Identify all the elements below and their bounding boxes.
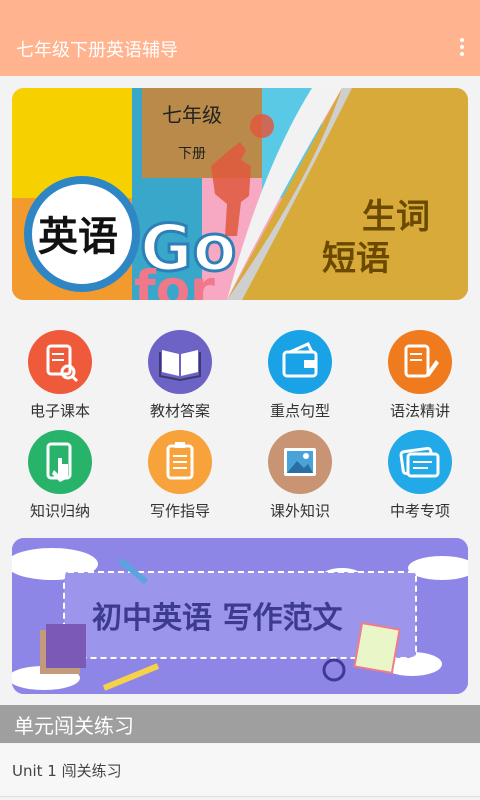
document-edit-icon bbox=[388, 330, 452, 394]
grid-item-writing[interactable]: 写作指导 bbox=[120, 420, 240, 520]
grid-label: 电子课本 bbox=[29, 402, 90, 420]
grid-item-grammar[interactable]: 语法精讲 bbox=[360, 320, 480, 420]
more-options-icon[interactable] bbox=[458, 38, 466, 58]
grid-item-ebook[interactable]: 电子课本 bbox=[0, 320, 120, 420]
section-title: 单元闯关练习 bbox=[14, 714, 134, 738]
volume-text: 下册 bbox=[178, 146, 206, 162]
list-item[interactable]: Unit 1 闯关练习 bbox=[0, 744, 480, 797]
wallet-icon bbox=[268, 330, 332, 394]
vocabulary-banner[interactable]: Go for 七年级 下册 英语 生词 短语 bbox=[12, 88, 468, 300]
app-title: 七年级下册英语辅导 bbox=[16, 40, 178, 61]
ebook-icon bbox=[28, 330, 92, 394]
grid-item-answers[interactable]: 教材答案 bbox=[120, 320, 240, 420]
grade-text: 七年级 bbox=[162, 103, 222, 127]
feature-grid: 电子课本 教材答案 重点句型 语法精讲 知识归纳 写作指导 课外知识 中考专项 bbox=[0, 320, 480, 520]
open-book-icon bbox=[148, 330, 212, 394]
vocabulary-banner-art: Go for 七年级 下册 英语 生词 短语 bbox=[12, 88, 468, 300]
grid-label: 重点句型 bbox=[269, 402, 330, 420]
grid-label: 写作指导 bbox=[149, 502, 210, 520]
writing-banner[interactable]: 初中英语 写作范文 bbox=[12, 538, 468, 694]
picture-icon bbox=[268, 430, 332, 494]
grid-item-exam[interactable]: 中考专项 bbox=[360, 420, 480, 520]
app-bar: 七年级下册英语辅导 bbox=[0, 0, 480, 76]
grid-label: 课外知识 bbox=[269, 502, 330, 520]
grid-label: 知识归纳 bbox=[29, 502, 90, 520]
writing-banner-title: 初中英语 写作范文 bbox=[92, 601, 342, 636]
section-header: 单元闯关练习 bbox=[0, 705, 480, 743]
grid-item-sentences[interactable]: 重点句型 bbox=[240, 320, 360, 420]
writing-banner-art: 初中英语 写作范文 bbox=[12, 538, 468, 694]
grid-label: 语法精讲 bbox=[389, 402, 450, 420]
clipboard-icon bbox=[148, 430, 212, 494]
banner-right-line1: 生词 bbox=[362, 197, 430, 237]
tap-phone-icon bbox=[28, 430, 92, 494]
grid-item-extra[interactable]: 课外知识 bbox=[240, 420, 360, 520]
grid-label: 教材答案 bbox=[149, 402, 210, 420]
cards-icon bbox=[388, 430, 452, 494]
for-text: for bbox=[134, 260, 215, 300]
grid-label: 中考专项 bbox=[389, 502, 450, 520]
list-item-label: Unit 1 闯关练习 bbox=[12, 762, 122, 780]
subject-text: 英语 bbox=[38, 213, 118, 260]
banner-right-line2: 短语 bbox=[322, 239, 390, 279]
grid-item-summary[interactable]: 知识归纳 bbox=[0, 420, 120, 520]
